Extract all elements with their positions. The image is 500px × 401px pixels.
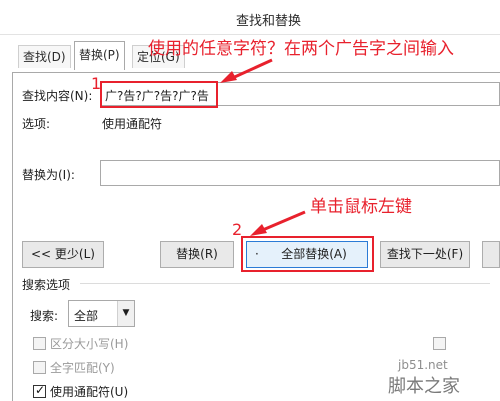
tab-find[interactable]: 查找(D) xyxy=(18,45,71,68)
watermark-brand: 脚本之家 xyxy=(388,376,460,397)
less-button[interactable]: << 更少(L) xyxy=(22,241,104,268)
replace-input[interactable] xyxy=(100,160,500,186)
search-options-section-label: 搜索选项 xyxy=(22,278,71,292)
find-input-highlight xyxy=(100,81,218,108)
options-label: 选项: xyxy=(22,117,51,131)
cancel-button-partial[interactable] xyxy=(482,241,500,268)
whole-word-checkbox[interactable] xyxy=(33,361,46,374)
replace-button[interactable]: 替换(R) xyxy=(160,241,234,268)
wildcards-checkbox[interactable] xyxy=(33,383,46,398)
replace-all-highlight xyxy=(241,236,374,272)
search-options-divider xyxy=(80,283,490,284)
whole-word-label: 全字匹配(Y) xyxy=(50,361,115,375)
annotation-number-2: 2 xyxy=(232,220,243,239)
options-value: 使用通配符 xyxy=(102,117,163,131)
right-option-checkbox[interactable] xyxy=(433,337,446,350)
chevron-down-icon[interactable]: ▼ xyxy=(117,301,134,326)
match-case-checkbox[interactable] xyxy=(33,337,46,350)
watermark: jb51.net 脚本之家 xyxy=(380,358,500,400)
search-direction-value: 全部 xyxy=(74,309,99,323)
annotation-click-hint: 单击鼠标左键 xyxy=(310,197,412,217)
replace-label: 替换为(I): xyxy=(22,168,75,182)
dialog-title: 查找和替换 xyxy=(236,14,302,29)
dialog-titlebar: 查找和替换 xyxy=(0,0,500,35)
annotation-number-1: 1 xyxy=(91,74,102,93)
search-direction-select[interactable]: 全部 ▼ xyxy=(68,300,135,327)
wildcards-label: 使用通配符(U) xyxy=(50,385,129,399)
find-next-button[interactable]: 查找下一处(F) xyxy=(380,241,470,268)
match-case-label: 区分大小写(H) xyxy=(50,337,129,351)
watermark-site: jb51.net xyxy=(398,358,448,372)
find-label: 查找内容(N): xyxy=(22,89,93,103)
tab-replace[interactable]: 替换(P) xyxy=(74,41,125,70)
annotation-wildcard-hint: 使用的任意字符？在两个广告字之间输入 xyxy=(148,39,454,59)
search-direction-label: 搜索: xyxy=(30,309,59,323)
